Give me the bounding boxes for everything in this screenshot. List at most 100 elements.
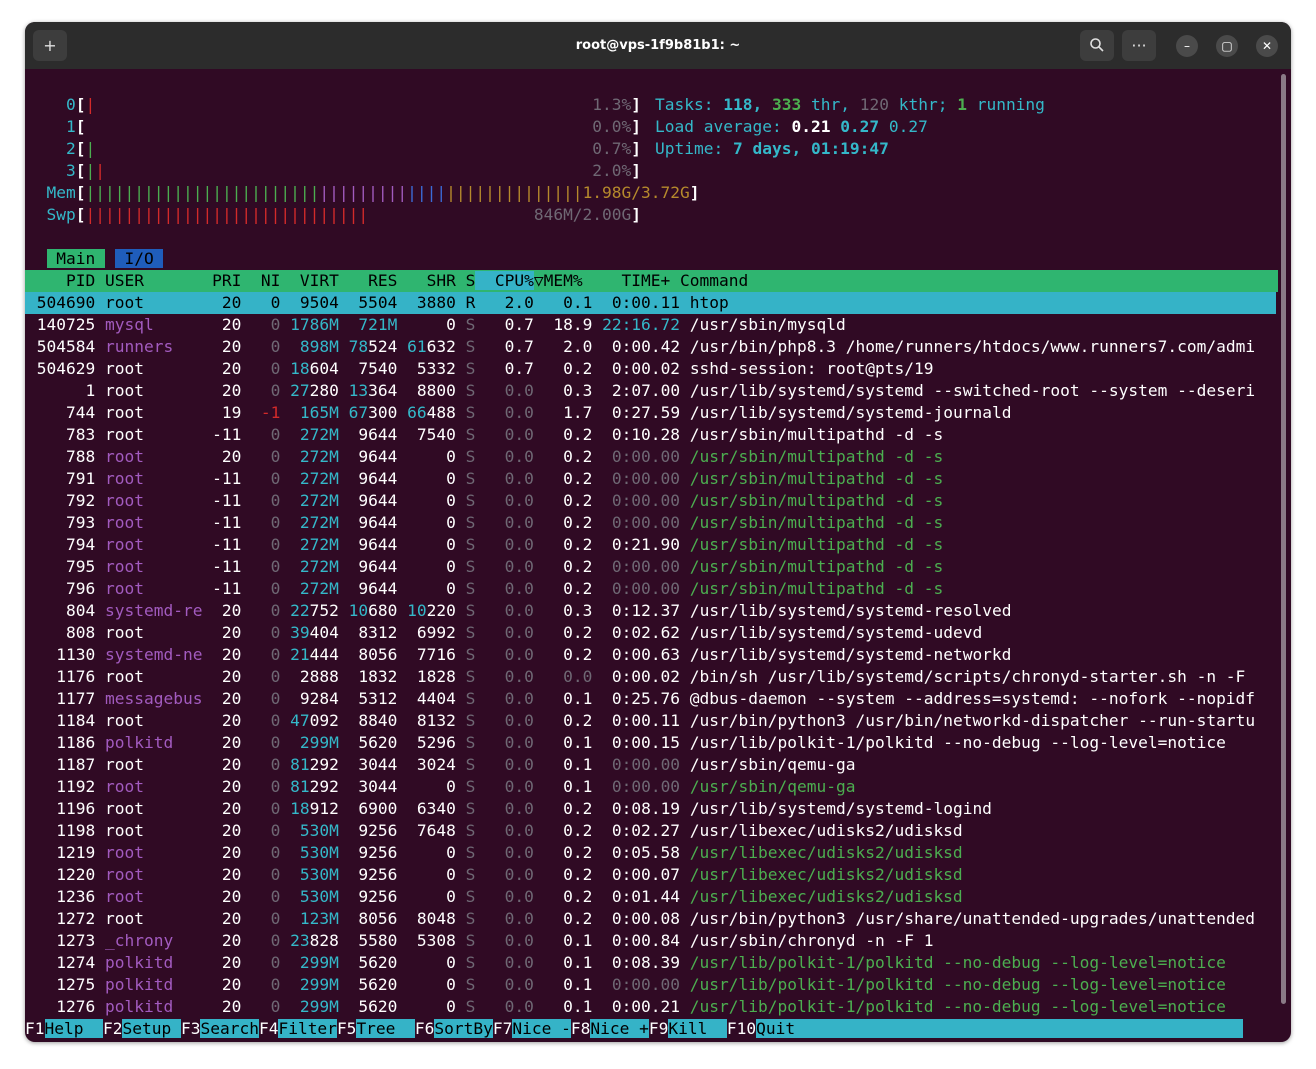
cell-time: 0:21.90 (592, 535, 690, 554)
cell-command: /usr/lib/systemd/systemd-resolved (689, 601, 1012, 620)
column-header-pid[interactable]: PID (27, 271, 95, 290)
close-button[interactable]: ✕ (1256, 35, 1278, 57)
process-row[interactable]: 1187 root 20 0 81292 3044 3024 S 0.0 0.1… (25, 754, 1276, 776)
cell-res: 78524 (339, 337, 398, 356)
fkey-f5-button[interactable]: Tree (356, 1019, 415, 1038)
process-row[interactable]: 1 root 20 0 27280 13364 8800 S 0.0 0.3 2… (25, 380, 1276, 402)
cell-virt-low: 752 (309, 601, 339, 620)
menu-button[interactable]: ··· (1122, 30, 1156, 61)
cell-pri: 20 (202, 865, 242, 884)
cell-time: 0:00.02 (592, 667, 690, 686)
running-label: running (976, 95, 1045, 114)
cell-user: root (95, 887, 203, 906)
cell-mem: 0.1 (533, 953, 593, 972)
process-row[interactable]: 1192 root 20 0 81292 3044 0 S 0.0 0.1 0:… (25, 776, 1276, 798)
cell-user: root (95, 535, 203, 554)
process-row[interactable]: 1236 root 20 0 530M 9256 0 S 0.0 0.2 0:0… (25, 886, 1276, 908)
cell-shr-low: 632 (426, 337, 456, 356)
column-header-command[interactable]: Command (670, 271, 748, 290)
process-row[interactable]: 504690 root 20 0 9504 5504 3880 R 2.0 0.… (25, 292, 1276, 314)
process-row[interactable]: 808 root 20 0 39404 8312 6992 S 0.0 0.2 … (25, 622, 1276, 644)
process-row[interactable]: 744 root 19 -1 165M 67300 66488 S 0.0 1.… (25, 402, 1276, 424)
cell-pid: 796 (27, 579, 96, 598)
cell-pri: 19 (202, 403, 242, 422)
cell-pid: 804 (27, 601, 96, 620)
process-row[interactable]: 1219 root 20 0 530M 9256 0 S 0.0 0.2 0:0… (25, 842, 1276, 864)
fkey-f3-button[interactable]: Search (200, 1019, 259, 1038)
column-header-time[interactable]: TIME+ (583, 271, 671, 290)
process-row[interactable]: 794 root -11 0 272M 9644 0 S 0.0 0.2 0:2… (25, 534, 1276, 556)
maximize-button[interactable]: ▢ (1216, 35, 1238, 57)
column-header-cpu[interactable]: CPU% (475, 271, 534, 290)
cell-pri: 20 (202, 887, 242, 906)
cell-shr: 0 (397, 513, 456, 532)
process-row[interactable]: 1176 root 20 0 2888 1832 1828 S 0.0 0.0 … (25, 666, 1276, 688)
process-row[interactable]: 1275 polkitd 20 0 299M 5620 0 S 0.0 0.1 … (25, 974, 1276, 996)
column-header-user[interactable]: USER (95, 271, 202, 290)
process-row[interactable]: 804 systemd-re 20 0 22752 10680 10220 S … (25, 600, 1276, 622)
process-row[interactable]: 1184 root 20 0 47092 8840 8132 S 0.0 0.2… (25, 710, 1276, 732)
cell-time: 0:08.19 (592, 799, 690, 818)
cell-command: htop (689, 293, 729, 312)
cell-cpu: 0.0 (475, 931, 534, 950)
process-row[interactable]: 1177 messagebus 20 0 9284 5312 4404 S 0.… (25, 688, 1276, 710)
process-row[interactable]: 1196 root 20 0 18912 6900 6340 S 0.0 0.2… (25, 798, 1276, 820)
cell-user: mysql (95, 315, 203, 334)
fkey-f7-button[interactable]: Nice - (512, 1019, 571, 1038)
cell-virt: 9504 (280, 293, 339, 312)
column-header-virt[interactable]: VIRT (280, 271, 339, 290)
scrollbar[interactable] (1281, 74, 1286, 1004)
fkey-f10-button[interactable]: Quit (756, 1019, 796, 1038)
htop-screen[interactable]: 0[| 1.3%] 1[ 0.0%] 2[| 0.7%] 3[|| 2.0%] … (25, 69, 1291, 1042)
fkey-f1-button[interactable]: Help (44, 1019, 103, 1038)
process-row[interactable]: 1276 polkitd 20 0 299M 5620 0 S 0.0 0.1 … (25, 996, 1276, 1018)
process-row[interactable]: 791 root -11 0 272M 9644 0 S 0.0 0.2 0:0… (25, 468, 1276, 490)
cell-user: root (95, 491, 203, 510)
process-row[interactable]: 796 root -11 0 272M 9644 0 S 0.0 0.2 0:0… (25, 578, 1276, 600)
minimize-button[interactable]: – (1176, 35, 1198, 57)
column-header-res[interactable]: RES (339, 271, 397, 290)
process-row[interactable]: 140725 mysql 20 0 1786M 721M 0 S 0.7 18.… (25, 314, 1276, 336)
process-row[interactable]: 783 root -11 0 272M 9644 7540 S 0.0 0.2 … (25, 424, 1276, 446)
fkey-f9-button[interactable]: Kill (668, 1019, 727, 1038)
cell-virt: 18604 (280, 359, 339, 378)
column-header-shr[interactable]: SHR (397, 271, 456, 290)
process-row[interactable]: 792 root -11 0 272M 9644 0 S 0.0 0.2 0:0… (25, 490, 1276, 512)
cell-shr: 66488 (397, 403, 456, 422)
cell-virt: 2888 (280, 667, 339, 686)
fkey-f4-button[interactable]: Filter (278, 1019, 337, 1038)
process-row[interactable]: 1272 root 20 0 123M 8056 8048 S 0.0 0.2 … (25, 908, 1276, 930)
process-row[interactable]: 1130 systemd-ne 20 0 21444 8056 7716 S 0… (25, 644, 1276, 666)
process-row[interactable]: 793 root -11 0 272M 9644 0 S 0.0 0.2 0:0… (25, 512, 1276, 534)
cell-res: 9644 (338, 513, 398, 532)
cell-s: S (455, 645, 476, 664)
tab-main[interactable]: Main (46, 249, 105, 268)
cell-cpu: 0.0 (475, 865, 534, 884)
fkey-f6-button[interactable]: SortBy (434, 1019, 493, 1038)
cell-s: S (455, 447, 476, 466)
process-row[interactable]: 1220 root 20 0 530M 9256 0 S 0.0 0.2 0:0… (25, 864, 1276, 886)
column-header-s[interactable]: S (456, 271, 476, 290)
fkey-f2-button[interactable]: Setup (122, 1019, 181, 1038)
cell-command: /usr/lib/polkit-1/polkitd --no-debug --l… (689, 953, 1226, 972)
process-row[interactable]: 1186 polkitd 20 0 299M 5620 5296 S 0.0 0… (25, 732, 1276, 754)
process-row[interactable]: 504584 runners 20 0 898M 78524 61632 S 0… (25, 336, 1276, 358)
tab-io[interactable]: I/O (114, 249, 164, 268)
process-row[interactable]: 504629 root 20 0 18604 7540 5332 S 0.7 0… (25, 358, 1276, 380)
process-row[interactable]: 1274 polkitd 20 0 299M 5620 0 S 0.0 0.1 … (25, 952, 1276, 974)
cell-virt: 165M (280, 403, 339, 422)
process-row[interactable]: 1273 _chrony 20 0 23828 5580 5308 S 0.0 … (25, 930, 1276, 952)
cell-command: /usr/lib/systemd/systemd --switched-root… (689, 381, 1256, 400)
fkey-f8: F8 (570, 1019, 591, 1038)
search-button[interactable] (1080, 30, 1114, 61)
column-header-pri[interactable]: PRI (202, 271, 241, 290)
cell-virt: 299M (280, 975, 339, 994)
cell-user: root (95, 843, 203, 862)
process-row[interactable]: 788 root 20 0 272M 9644 0 S 0.0 0.2 0:00… (25, 446, 1276, 468)
cell-ni: 0 (241, 513, 281, 532)
process-row[interactable]: 795 root -11 0 272M 9644 0 S 0.0 0.2 0:0… (25, 556, 1276, 578)
column-header-ni[interactable]: NI (241, 271, 281, 290)
fkey-f8-button[interactable]: Nice + (590, 1019, 649, 1038)
process-row[interactable]: 1198 root 20 0 530M 9256 7648 S 0.0 0.2 … (25, 820, 1276, 842)
column-header-mem[interactable]: MEM% (544, 271, 583, 290)
